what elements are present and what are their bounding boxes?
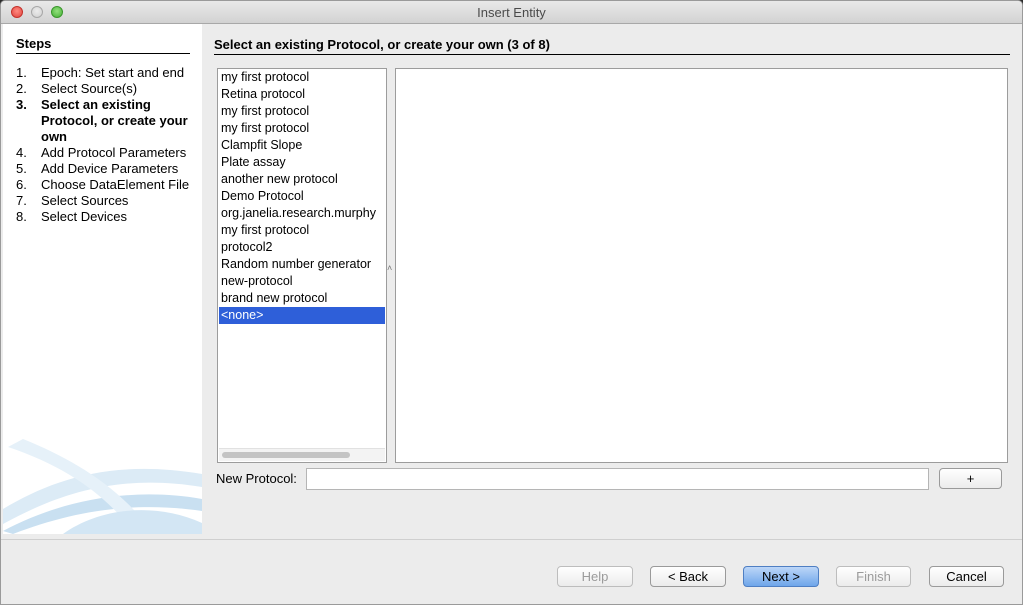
protocol-list[interactable]: my first protocol Retina protocol my fir… [217,68,387,463]
list-item[interactable]: org.janelia.research.murphy [218,205,386,222]
cancel-button[interactable]: Cancel [929,566,1004,587]
help-button[interactable]: Help [557,566,633,587]
step-item-1: 1. Epoch: Set start and end [16,65,185,80]
new-protocol-input[interactable] [306,468,929,490]
horizontal-scrollbar[interactable] [219,448,385,461]
title-bar[interactable]: Insert Entity [1,1,1022,24]
list-item[interactable]: my first protocol [218,103,386,120]
page-title: Select an existing Protocol, or create y… [214,37,1010,55]
splitter-grip-icon: ˄ [387,263,393,273]
list-item[interactable]: Retina protocol [218,86,386,103]
list-item[interactable]: Random number generator [218,256,386,273]
list-item-selected[interactable]: <none> [219,307,385,324]
back-button[interactable]: < Back [650,566,726,587]
list-item[interactable]: Clampfit Slope [218,137,386,154]
step-item-2: 2. Select Source(s) [16,81,138,96]
step-item-8: 8. Select Devices [16,209,127,224]
list-item[interactable]: Plate assay [218,154,386,171]
step-item-4: 4. Add Protocol Parameters [16,145,187,160]
step-item-5: 5. Add Device Parameters [16,161,179,176]
insert-entity-dialog: Insert Entity Steps 1. Epoch: Set start a… [0,0,1023,605]
step-item-7: 7. Select Sources [16,193,129,208]
list-item[interactable]: my first protocol [218,222,386,239]
scrollbar-thumb[interactable] [222,452,350,458]
step-item-3-current: 3. Select an existing Protocol, or create… [16,97,188,144]
new-protocol-label: New Protocol: [216,471,297,486]
list-item[interactable]: protocol2 [218,239,386,256]
list-item[interactable]: another new protocol [218,171,386,188]
list-item[interactable]: new-protocol [218,273,386,290]
list-item[interactable]: Demo Protocol [218,188,386,205]
steps-list: 1. Epoch: Set start and end 2. Select Sour… [16,65,196,225]
steps-panel: Steps 1. Epoch: Set start and end 2. Selec… [3,24,202,534]
divider [1,539,1022,540]
list-item[interactable]: my first protocol [218,120,386,137]
step-item-6: 6. Choose DataElement File [16,177,190,192]
steps-heading: Steps [16,36,190,54]
add-protocol-button[interactable]: + [939,468,1002,489]
wizard-decoration-graphic [3,439,202,534]
next-button[interactable]: Next > [743,566,819,587]
window-title: Insert Entity [477,5,546,20]
finish-button[interactable]: Finish [836,566,911,587]
protocol-detail-pane [395,68,1008,463]
list-item[interactable]: brand new protocol [218,290,386,307]
list-item[interactable]: my first protocol [218,69,386,86]
